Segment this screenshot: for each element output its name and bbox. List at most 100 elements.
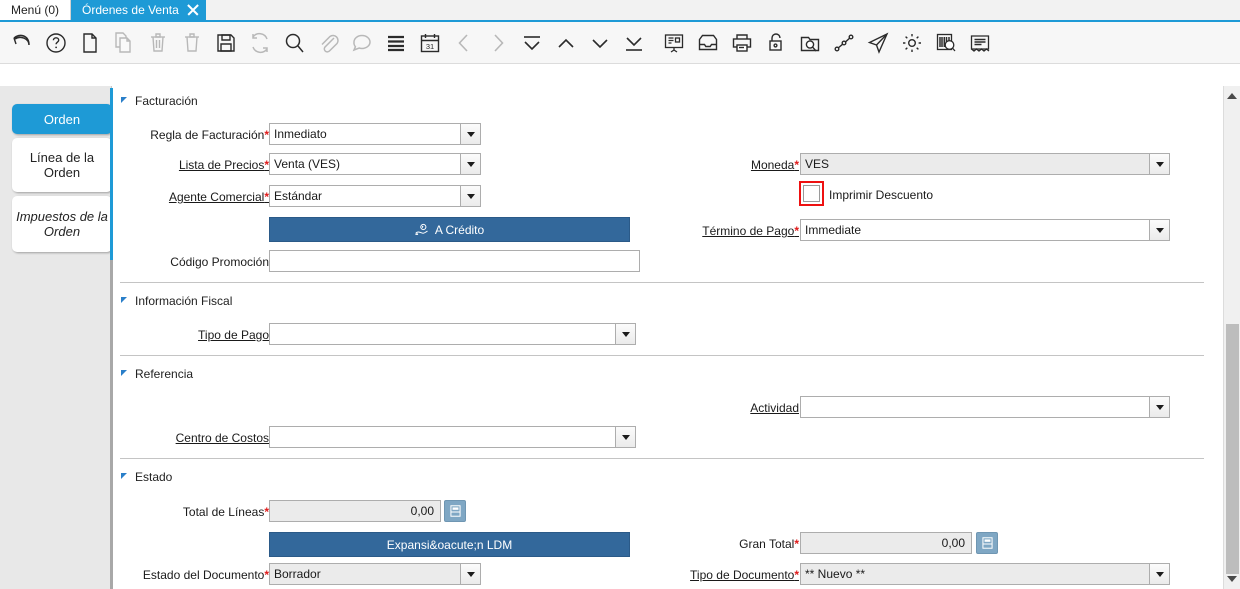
label-termino-de-pago[interactable]: Término de Pago* xyxy=(643,223,799,239)
section-title: Referencia xyxy=(135,367,194,381)
vertical-scrollbar[interactable] xyxy=(1223,86,1240,589)
collapse-triangle-icon[interactable] xyxy=(121,97,127,103)
chevron-down-icon[interactable] xyxy=(1149,220,1169,240)
chevron-down-icon[interactable] xyxy=(1149,564,1169,584)
copy-record-icon[interactable] xyxy=(108,27,140,59)
chevron-down-icon[interactable] xyxy=(460,564,480,584)
scroll-down-arrow-icon[interactable] xyxy=(1224,571,1240,587)
section-header-facturacion[interactable]: Facturación xyxy=(121,92,198,110)
zoom-across-icon[interactable] xyxy=(794,27,826,59)
attachment-icon[interactable] xyxy=(312,27,344,59)
section-title: Estado xyxy=(135,470,173,484)
form-content-pane: Facturación Regla de Facturación* Inmedi… xyxy=(113,86,1217,589)
window-tab-bar: Menú (0) Órdenes de Venta xyxy=(0,0,1240,22)
field-termino-de-pago[interactable]: Immediate xyxy=(800,219,1170,241)
field-estado-del-documento[interactable]: Borrador xyxy=(269,563,481,585)
sidebar-item-linea-de-la-orden[interactable]: Línea de la Orden xyxy=(12,138,112,192)
window-tab-ordenes-de-venta[interactable]: Órdenes de Venta xyxy=(71,0,206,20)
label-text: Código Promoción xyxy=(170,255,269,269)
down-record-icon[interactable] xyxy=(584,27,616,59)
label-moneda[interactable]: Moneda* xyxy=(673,157,799,173)
chevron-down-icon[interactable] xyxy=(460,124,480,144)
label-tipo-de-documento[interactable]: Tipo de Documento* xyxy=(653,567,799,583)
workflow-icon[interactable] xyxy=(828,27,860,59)
collapse-triangle-icon[interactable] xyxy=(121,297,127,303)
main-toolbar: 31 xyxy=(0,22,1240,64)
search-icon[interactable] xyxy=(278,27,310,59)
required-marker: * xyxy=(794,224,799,238)
last-record-icon[interactable] xyxy=(618,27,650,59)
chevron-down-icon[interactable] xyxy=(1149,154,1169,174)
section-header-estado[interactable]: Estado xyxy=(121,468,172,486)
field-codigo-promocion[interactable] xyxy=(269,250,640,272)
required-marker: * xyxy=(794,158,799,172)
field-agente-comercial[interactable]: Estándar xyxy=(269,185,481,207)
calculator-icon[interactable] xyxy=(976,532,998,554)
field-moneda[interactable]: VES xyxy=(800,153,1170,175)
lock-icon[interactable] xyxy=(760,27,792,59)
section-divider xyxy=(120,355,1204,356)
collapse-triangle-icon[interactable] xyxy=(121,370,127,376)
field-value: VES xyxy=(805,157,830,171)
required-marker: * xyxy=(794,537,799,551)
up-record-icon[interactable] xyxy=(550,27,582,59)
label-actividad[interactable]: Actividad xyxy=(693,400,799,416)
field-regla-de-facturacion[interactable]: Inmediato xyxy=(269,123,481,145)
window-tab-label: Menú (0) xyxy=(11,2,60,17)
label-codigo-promocion: Código Promoción xyxy=(133,254,269,270)
window-tab-menu[interactable]: Menú (0) xyxy=(0,0,72,20)
field-lista-de-precios[interactable]: Venta (VES) xyxy=(269,153,481,175)
label-text: Tipo de Pago xyxy=(198,328,269,342)
section-header-referencia[interactable]: Referencia xyxy=(121,365,193,383)
label-tipo-de-pago[interactable]: Tipo de Pago xyxy=(133,327,269,343)
calendar-icon[interactable]: 31 xyxy=(414,27,446,59)
scroll-up-arrow-icon[interactable] xyxy=(1224,88,1240,104)
print-icon[interactable] xyxy=(726,27,758,59)
field-gran-total[interactable]: 0,00 xyxy=(800,532,972,554)
delete-record-icon[interactable] xyxy=(142,27,174,59)
label-text: Total de Líneas xyxy=(182,505,265,519)
scrollbar-thumb[interactable] xyxy=(1226,324,1239,574)
chevron-down-icon[interactable] xyxy=(460,186,480,206)
barcode-icon[interactable] xyxy=(930,27,962,59)
expansion-ldm-button[interactable]: Expansi&oacute;n LDM xyxy=(269,532,630,557)
gear-icon[interactable] xyxy=(896,27,928,59)
previous-record-icon[interactable] xyxy=(448,27,480,59)
first-record-icon[interactable] xyxy=(516,27,548,59)
field-total-de-lineas[interactable]: 0,00 xyxy=(269,500,441,522)
chevron-down-icon[interactable] xyxy=(460,154,480,174)
field-actividad[interactable] xyxy=(800,396,1170,418)
label-centro-de-costos[interactable]: Centro de Costos xyxy=(133,430,269,446)
document-report-icon[interactable] xyxy=(964,27,996,59)
delete-selection-icon[interactable] xyxy=(176,27,208,59)
send-icon[interactable] xyxy=(862,27,894,59)
close-icon[interactable] xyxy=(186,3,200,17)
chevron-down-icon[interactable] xyxy=(615,324,635,344)
checkbox-imprimir-descuento[interactable] xyxy=(803,185,820,202)
chevron-down-icon[interactable] xyxy=(615,427,635,447)
save-icon[interactable] xyxy=(210,27,242,59)
calculator-icon[interactable] xyxy=(444,500,466,522)
chat-icon[interactable] xyxy=(346,27,378,59)
section-header-informacion-fiscal[interactable]: Información Fiscal xyxy=(121,292,232,310)
report-view-icon[interactable] xyxy=(658,27,690,59)
sidebar-item-orden[interactable]: Orden xyxy=(12,104,112,134)
field-tipo-de-documento[interactable]: ** Nuevo ** xyxy=(800,563,1170,585)
label-lista-de-precios[interactable]: Lista de Precios* xyxy=(133,157,269,173)
a-credito-button[interactable]: A Crédito xyxy=(269,217,630,242)
grid-toggle-icon[interactable] xyxy=(380,27,412,59)
collapse-triangle-icon[interactable] xyxy=(121,473,127,479)
undo-icon[interactable] xyxy=(6,27,38,59)
field-centro-de-costos[interactable] xyxy=(269,426,636,448)
archive-icon[interactable] xyxy=(692,27,724,59)
chevron-down-icon[interactable] xyxy=(1149,397,1169,417)
sidebar-item-impuestos-de-la-orden[interactable]: Impuestos de la Orden xyxy=(12,196,112,252)
next-record-icon[interactable] xyxy=(482,27,514,59)
refresh-icon[interactable] xyxy=(244,27,276,59)
new-record-icon[interactable] xyxy=(74,27,106,59)
section-title: Información Fiscal xyxy=(135,294,233,308)
field-tipo-de-pago[interactable] xyxy=(269,323,636,345)
help-icon[interactable] xyxy=(40,27,72,59)
label-text: Término de Pago xyxy=(702,224,795,238)
label-agente-comercial[interactable]: Agente Comercial* xyxy=(133,189,269,205)
